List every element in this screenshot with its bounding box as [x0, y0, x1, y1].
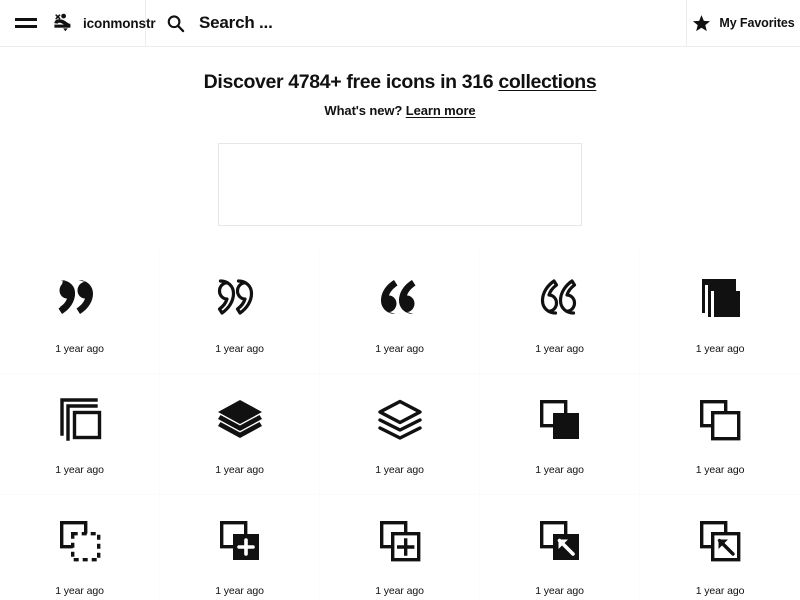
icon-timestamp: 1 year ago: [375, 464, 424, 477]
icon-timestamp: 1 year ago: [55, 585, 104, 598]
iconmonstr-logo-icon: [54, 13, 71, 32]
icon-cell[interactable]: 1 year ago: [160, 374, 320, 496]
brand-logo-link[interactable]: iconmonstr: [50, 10, 156, 36]
icon-cell[interactable]: 1 year ago: [0, 495, 160, 600]
hamburger-line: [15, 18, 37, 21]
quote-left-outline-icon: [532, 271, 588, 327]
icon-cell[interactable]: 1 year ago: [640, 253, 800, 375]
learn-more-link[interactable]: Learn more: [406, 103, 476, 118]
layers-diamond-filled-icon: [212, 392, 268, 448]
icon-timestamp: 1 year ago: [55, 343, 104, 356]
quote-left-filled-icon: [372, 271, 428, 327]
brand-name: iconmonstr: [83, 15, 156, 31]
icon-cell[interactable]: 1 year ago: [160, 495, 320, 600]
icon-timestamp: 1 year ago: [695, 343, 745, 356]
hamburger-icon[interactable]: [15, 16, 37, 30]
search-icon: [167, 14, 185, 32]
quote-right-filled-icon: [52, 271, 108, 327]
icon-timestamp: 1 year ago: [55, 464, 104, 477]
header-brand-area: iconmonstr: [0, 0, 156, 46]
icon-timestamp: 1 year ago: [695, 464, 745, 477]
icon-cell[interactable]: 1 year ago: [480, 374, 640, 496]
copy-dashed-icon: [52, 513, 108, 569]
icon-cell[interactable]: 1 year ago: [0, 374, 160, 496]
icon-timestamp: 1 year ago: [695, 585, 745, 598]
promo-area: [0, 143, 800, 227]
icon-timestamp: 1 year ago: [535, 585, 584, 598]
page-title-text: Discover 4784+ free icons in 316: [203, 71, 499, 93]
my-favorites-button[interactable]: My Favorites: [687, 0, 800, 46]
icon-timestamp: 1 year ago: [375, 585, 424, 598]
icon-cell[interactable]: 1 year ago: [160, 253, 320, 375]
copy-arrow-filled-icon: [532, 513, 588, 569]
icon-cell[interactable]: 1 year ago: [480, 253, 640, 375]
icon-timestamp: 1 year ago: [215, 464, 264, 477]
copy-plus-filled-icon: [212, 513, 268, 569]
promo-box[interactable]: [218, 143, 582, 227]
my-favorites-label: My Favorites: [719, 16, 795, 30]
layers-stack-outline-icon: [52, 392, 108, 448]
icon-timestamp: 1 year ago: [215, 343, 264, 356]
icon-timestamp: 1 year ago: [535, 343, 584, 356]
copy-filled-icon: [532, 392, 588, 448]
search-bar[interactable]: [146, 0, 687, 46]
icon-cell[interactable]: 1 year ago: [320, 495, 480, 600]
whats-new-text: What's new?: [324, 103, 406, 119]
search-input[interactable]: [199, 13, 686, 33]
icon-timestamp: 1 year ago: [535, 464, 584, 477]
page-title: Discover 4784+ free icons in 316 collect…: [0, 70, 800, 94]
icon-cell[interactable]: 1 year ago: [480, 495, 640, 600]
layers-diamond-outline-icon: [372, 392, 428, 448]
collections-link[interactable]: collections: [498, 71, 596, 93]
copy-plus-outline-icon: [372, 513, 428, 569]
layers-stack-filled-icon: [692, 271, 748, 327]
copy-outline-icon: [692, 392, 748, 448]
icon-grid: 1 year ago 1 year ago 1 year ago 1 year …: [0, 253, 800, 600]
hero-section: Discover 4784+ free icons in 316 collect…: [0, 47, 800, 118]
quote-right-outline-icon: [212, 271, 268, 327]
icon-cell[interactable]: 1 year ago: [0, 253, 160, 375]
icon-cell[interactable]: 1 year ago: [320, 253, 480, 375]
icon-timestamp: 1 year ago: [215, 585, 264, 598]
top-header: iconmonstr My Favorites: [0, 0, 800, 47]
icon-cell[interactable]: 1 year ago: [640, 495, 800, 600]
hamburger-line: [15, 25, 37, 28]
whats-new-line: What's new? Learn more: [0, 103, 800, 118]
icon-cell[interactable]: 1 year ago: [320, 374, 480, 496]
star-icon: [693, 14, 711, 31]
icon-timestamp: 1 year ago: [375, 343, 424, 356]
icon-cell[interactable]: 1 year ago: [640, 374, 800, 496]
copy-arrow-outline-icon: [692, 513, 748, 569]
